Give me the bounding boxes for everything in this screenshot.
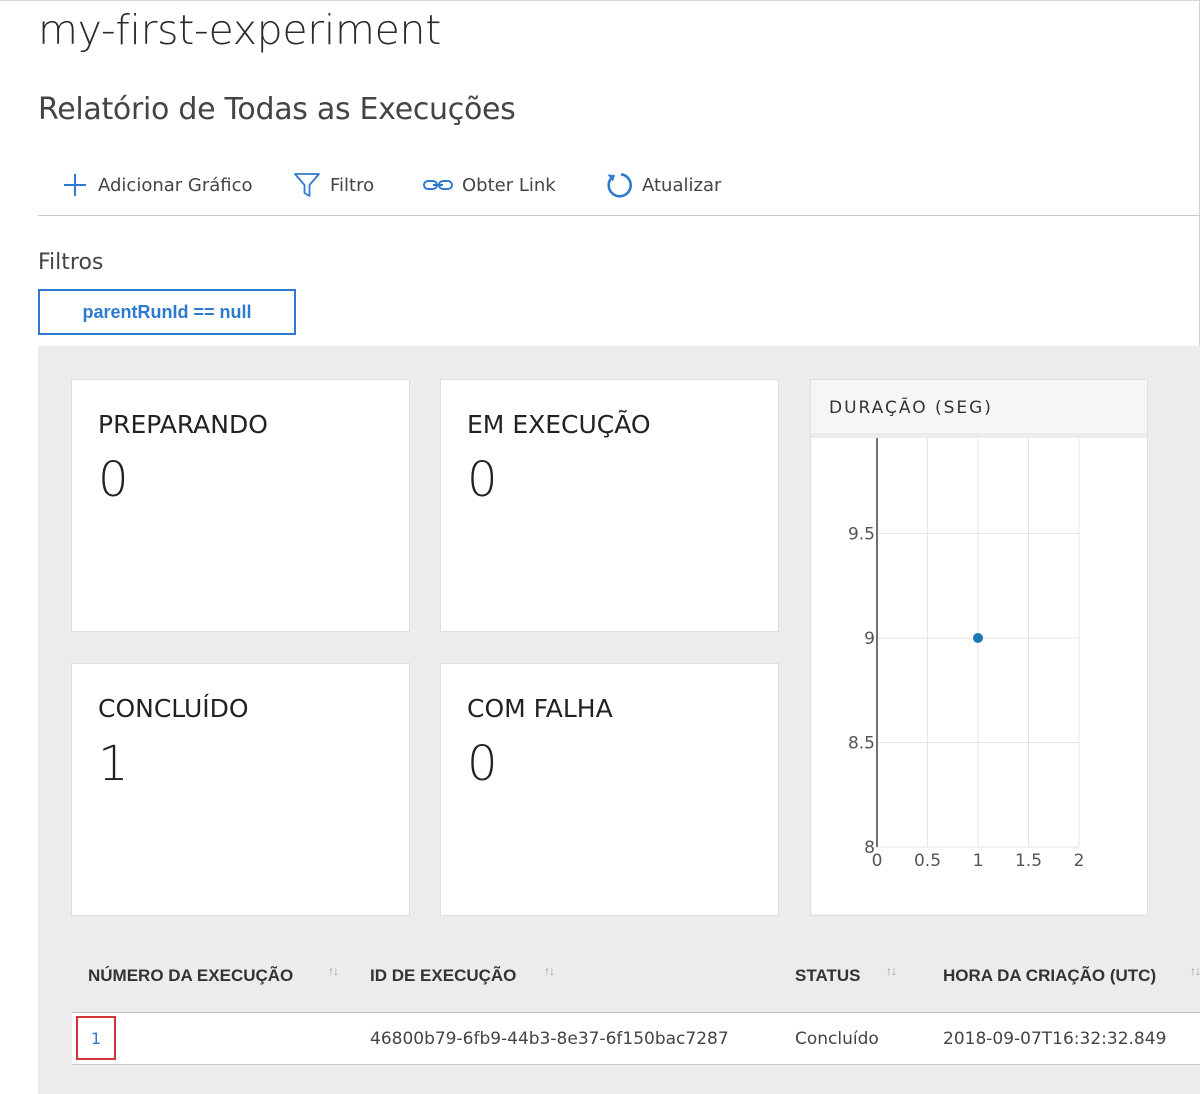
y-tick-label: 9 <box>864 629 875 649</box>
status-card-label: EM EXECUÇÃO <box>467 410 651 439</box>
run-number-link[interactable]: 1 <box>76 1016 116 1060</box>
x-tick-label: 1.5 <box>1015 851 1042 871</box>
x-tick-label: 2 <box>1074 851 1085 871</box>
status-card-preparing: PREPARANDO 0 <box>71 379 410 632</box>
status-card-running: EM EXECUÇÃO 0 <box>440 379 779 632</box>
table-anchor <box>72 346 73 347</box>
link-icon <box>423 180 453 190</box>
refresh-icon <box>607 173 632 198</box>
plus-icon <box>64 174 86 196</box>
run-id-cell: 46800b79-6fb9-44b3-8e37-6f150bac7287 <box>370 1029 729 1049</box>
sort-icon[interactable]: ↑↓ <box>328 964 339 978</box>
get-link-label: Obter Link <box>462 174 556 196</box>
toolbar: Adicionar Gráfico Filtro Obter Link Atua… <box>38 158 1200 216</box>
column-header-created[interactable]: HORA DA CRIAÇÃO (UTC) <box>943 966 1156 986</box>
status-cell: Concluído <box>795 1029 879 1049</box>
add-chart-label: Adicionar Gráfico <box>98 174 253 196</box>
status-card-label: COM FALHA <box>467 694 613 723</box>
duration-chart: 00.511.5288.599.510 <box>848 420 1085 871</box>
y-tick-label: 8 <box>864 838 875 858</box>
data-point <box>973 633 983 643</box>
column-header-run-id[interactable]: ID DE EXECUÇÃO <box>370 966 516 986</box>
y-tick-label: 9.5 <box>848 525 875 545</box>
refresh-label: Atualizar <box>642 174 722 196</box>
filter-button[interactable]: Filtro <box>292 168 374 202</box>
chart-header-divider <box>811 433 1147 438</box>
chart-title: DURAÇÃO (SEG) <box>829 398 993 418</box>
duration-chart-card: DURAÇÃO (SEG) 00.511.5288.599.510 <box>810 379 1148 916</box>
x-tick-label: 0.5 <box>914 851 941 871</box>
status-card-failed: COM FALHA 0 <box>440 663 779 916</box>
chart-area: 00.511.5288.599.510 <box>811 420 1147 913</box>
status-card-value: 0 <box>98 452 129 508</box>
column-header-status[interactable]: STATUS <box>795 966 860 986</box>
status-card-completed: CONCLUÍDO 1 <box>71 663 410 916</box>
y-tick-label: 8.5 <box>848 734 875 754</box>
status-card-value: 0 <box>467 736 498 792</box>
column-header-run-number[interactable]: NÚMERO DA EXECUÇÃO <box>88 966 293 986</box>
status-card-label: CONCLUÍDO <box>98 694 249 723</box>
filter-icon <box>294 173 320 197</box>
sort-icon[interactable]: ↑↓ <box>544 964 555 978</box>
filter-label: Filtro <box>330 174 375 196</box>
status-card-label: PREPARANDO <box>98 410 268 439</box>
x-tick-label: 1 <box>973 851 984 871</box>
page-title: Relatório de Todas as Execuções <box>38 92 516 127</box>
runs-table: NÚMERO DA EXECUÇÃO ↑↓ ID DE EXECUÇÃO ↑↓ … <box>72 948 1200 1066</box>
created-time-cell: 2018-09-07T16:32:32.849 <box>943 1029 1167 1049</box>
status-card-value: 1 <box>98 736 129 792</box>
experiment-title: my-first-experiment <box>38 6 441 54</box>
status-card-value: 0 <box>467 452 498 508</box>
window-top-border <box>0 0 1200 1</box>
get-link-button[interactable]: Obter Link <box>422 168 556 202</box>
filter-chip[interactable]: parentRunId == null <box>38 289 296 335</box>
refresh-button[interactable]: Atualizar <box>604 168 721 202</box>
table-row: 1 46800b79-6fb9-44b3-8e37-6f150bac7287 C… <box>72 1013 1200 1065</box>
sort-icon[interactable]: ↑↓ <box>1190 964 1200 978</box>
sort-icon[interactable]: ↑↓ <box>886 964 897 978</box>
add-chart-button[interactable]: Adicionar Gráfico <box>60 168 253 202</box>
filters-heading: Filtros <box>38 250 104 275</box>
